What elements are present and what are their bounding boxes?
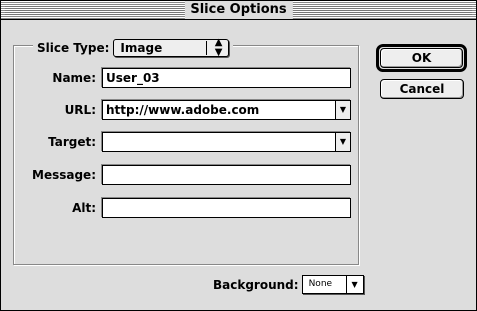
- background-label: Background:: [213, 277, 299, 292]
- target-label: Target:: [48, 135, 96, 149]
- slice-type-row: Slice Type: Image ▲ ▼: [33, 37, 234, 59]
- cancel-button[interactable]: Cancel: [380, 79, 464, 99]
- background-value: None: [308, 279, 333, 289]
- alt-label: Alt:: [72, 201, 96, 215]
- url-value: http://www.adobe.com: [106, 103, 260, 117]
- alt-field[interactable]: [102, 198, 351, 218]
- name-value: User_03: [106, 71, 160, 85]
- message-label: Message:: [32, 168, 96, 182]
- dialog-title: Slice Options: [184, 1, 293, 19]
- url-field[interactable]: http://www.adobe.com ▼: [102, 100, 351, 120]
- down-triangle-icon[interactable]: ▼: [345, 276, 363, 293]
- slice-options-dialog: Slice Options Slice Type: Image ▲ ▼ Name:…: [0, 0, 477, 311]
- ok-button[interactable]: OK: [380, 48, 463, 68]
- message-field[interactable]: [102, 165, 351, 185]
- background-select[interactable]: None ▼: [301, 275, 364, 294]
- popup-divider: [205, 41, 207, 55]
- down-triangle-icon[interactable]: ▼: [335, 101, 350, 119]
- slice-type-value: Image: [120, 41, 163, 55]
- slice-type-popup[interactable]: Image ▲ ▼: [113, 37, 230, 58]
- url-label: URL:: [64, 103, 96, 117]
- title-bar[interactable]: Slice Options: [1, 1, 476, 20]
- name-field[interactable]: User_03: [102, 68, 351, 88]
- target-field[interactable]: ▼: [102, 132, 351, 152]
- name-label: Name:: [52, 71, 96, 85]
- background-row: Background: None ▼: [213, 275, 364, 294]
- down-triangle-icon[interactable]: ▼: [335, 133, 350, 151]
- up-down-arrows-icon: ▲ ▼: [214, 37, 223, 58]
- slice-type-label: Slice Type:: [37, 41, 110, 55]
